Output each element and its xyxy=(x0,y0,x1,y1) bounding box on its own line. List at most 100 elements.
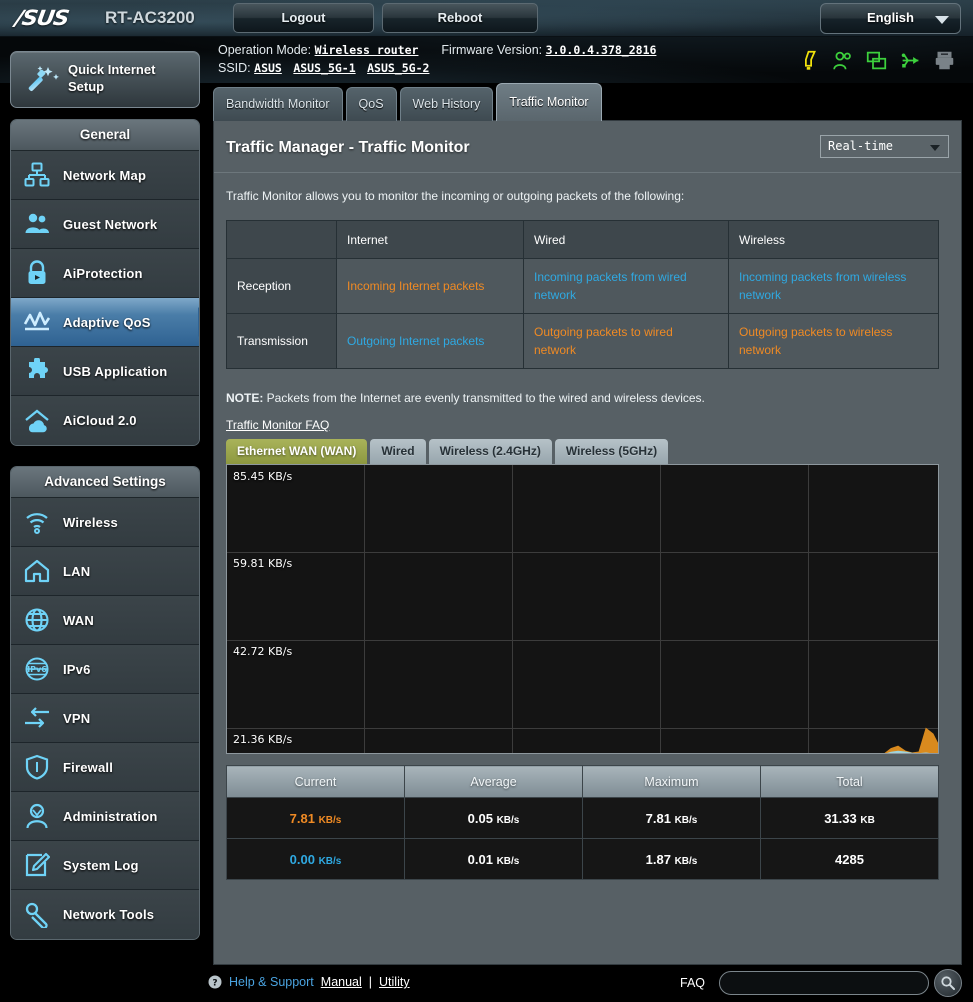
sidebar-item-wan-label: WAN xyxy=(63,612,94,628)
tab-qos[interactable]: QoS xyxy=(345,87,397,121)
page-footer: ? Help & Support Manual | Utility FAQ xyxy=(0,965,973,1002)
cell-transmission-wired: Outgoing packets to wired network xyxy=(523,313,729,369)
sidebar-item-ipv6[interactable]: IPv6 IPv6 xyxy=(11,645,199,694)
adaptive-qos-icon xyxy=(11,309,63,335)
traffic-mode-select[interactable]: Real-time xyxy=(820,135,949,158)
quick-internet-setup-label: Quick Internet Setup xyxy=(68,62,156,94)
stat-reception-maximum: 7.81 KB/s xyxy=(582,797,761,839)
sidebar-item-vpn[interactable]: VPN xyxy=(11,694,199,743)
help-question-icon: ? xyxy=(208,975,222,989)
sidebar-item-adaptive-qos[interactable]: Adaptive QoS xyxy=(11,298,199,347)
asus-logo: /SUS xyxy=(13,6,70,30)
utility-link[interactable]: Utility xyxy=(379,975,410,989)
stats-header-row: Current Average Maximum Total xyxy=(226,765,939,798)
reboot-button[interactable]: Reboot xyxy=(382,3,538,33)
operation-mode-label: Operation Mode: xyxy=(218,43,312,57)
status-icon-tray xyxy=(798,50,955,71)
sidebar-item-aicloud[interactable]: AiCloud 2.0 xyxy=(11,396,199,445)
faq-search-input[interactable] xyxy=(719,971,929,995)
ssid-value-2[interactable]: ASUS_5G-2 xyxy=(367,61,429,75)
ssid-line: SSID: ASUS ASUS_5G-1 ASUS_5G-2 xyxy=(218,61,437,75)
cell-transmission-internet: Outgoing Internet packets xyxy=(336,313,524,369)
chevron-down-icon xyxy=(935,16,949,24)
sidebar-item-aiprotection-label: AiProtection xyxy=(63,265,143,281)
network-map-icon xyxy=(11,162,63,188)
shield-icon xyxy=(11,754,63,780)
sidebar-item-aiprotection[interactable]: AiProtection xyxy=(11,249,199,298)
sidebar-item-firewall[interactable]: Firewall xyxy=(11,743,199,792)
guest-network-icon xyxy=(11,211,63,237)
home-icon xyxy=(11,558,63,584)
stats-col-current: Current xyxy=(226,765,405,798)
sidebar-item-administration-label: Administration xyxy=(63,808,158,824)
traffic-monitor-faq-link[interactable]: Traffic Monitor FAQ xyxy=(226,418,329,432)
tab-traffic-monitor[interactable]: Traffic Monitor xyxy=(496,83,602,121)
sidebar-item-network-map[interactable]: Network Map xyxy=(11,151,199,200)
sidebar-item-guest-network-label: Guest Network xyxy=(63,216,158,232)
tab-web-history[interactable]: Web History xyxy=(399,87,494,121)
traffic-graph[interactable]: 85.45 KB/s 59.81 KB/s 42.72 KB/s 21.36 K… xyxy=(226,464,939,754)
traffic-mode-value: Real-time xyxy=(828,139,894,153)
stat-transmission-maximum: 1.87 KB/s xyxy=(582,838,761,880)
graph-tab-wired[interactable]: Wired xyxy=(370,439,426,464)
logout-button[interactable]: Logout xyxy=(233,3,374,33)
sidebar-item-network-tools[interactable]: Network Tools xyxy=(11,890,199,939)
firmware-value[interactable]: 3.0.0.4.378_2816 xyxy=(546,43,657,57)
graph-tab-wireless-24[interactable]: Wireless (2.4GHz) xyxy=(428,439,552,464)
manual-link[interactable]: Manual xyxy=(321,975,362,989)
stat-transmission-average: 0.01 KB/s xyxy=(404,838,583,880)
sidebar-item-adaptive-qos-label: Adaptive QoS xyxy=(63,314,151,330)
graph-tab-ethernet-wan[interactable]: Ethernet WAN (WAN) xyxy=(226,439,368,464)
graph-interface-tabs: Ethernet WAN (WAN) Wired Wireless (2.4GH… xyxy=(226,439,671,464)
aicloud-icon xyxy=(11,408,63,434)
stat-transmission-total: 4285 xyxy=(760,838,939,880)
note-text: NOTE: Packets from the Internet are even… xyxy=(226,391,705,405)
operation-mode-value[interactable]: Wireless router xyxy=(315,43,419,57)
sidebar-item-wireless[interactable]: Wireless xyxy=(11,498,199,547)
sidebar-item-firewall-label: Firewall xyxy=(63,759,114,775)
faq-search-button[interactable] xyxy=(934,969,962,997)
printer-icon[interactable] xyxy=(934,50,955,71)
traffic-legend-table: Internet Wired Wireless Reception Incomi… xyxy=(226,220,939,369)
alert-icon[interactable] xyxy=(798,50,819,71)
language-select[interactable]: English xyxy=(820,3,961,34)
traffic-graph-series xyxy=(884,727,938,753)
help-support-label: Help & Support xyxy=(229,975,314,989)
sidebar-item-administration[interactable]: Administration xyxy=(11,792,199,841)
vpn-arrows-icon xyxy=(11,705,63,731)
sidebar-group-general-title: General xyxy=(11,120,199,151)
guest-user-icon[interactable] xyxy=(832,50,853,71)
stat-reception-total: 31.33 KB xyxy=(760,797,939,839)
wifi-icon xyxy=(11,509,63,535)
usb-icon[interactable] xyxy=(900,50,921,71)
table-header-row: Internet Wired Wireless xyxy=(226,220,939,259)
stat-reception-average: 0.05 KB/s xyxy=(404,797,583,839)
search-icon xyxy=(941,976,955,990)
ssid-value-1[interactable]: ASUS_5G-1 xyxy=(293,61,355,75)
sidebar-item-wireless-label: Wireless xyxy=(63,514,118,530)
user-icon xyxy=(11,803,63,829)
sidebar-item-wan[interactable]: WAN xyxy=(11,596,199,645)
sidebar-item-lan[interactable]: LAN xyxy=(11,547,199,596)
wrench-icon xyxy=(11,902,63,928)
router-model-name: RT-AC3200 xyxy=(105,8,195,27)
network-clients-icon[interactable] xyxy=(866,50,887,71)
puzzle-icon xyxy=(11,358,63,384)
col-internet: Internet xyxy=(336,220,524,259)
svg-text:IPv6: IPv6 xyxy=(27,665,47,674)
ssid-value-0[interactable]: ASUS xyxy=(254,61,282,75)
sidebar-item-guest-network[interactable]: Guest Network xyxy=(11,200,199,249)
top-header-bar: /SUS RT-AC3200 Logout Reboot English xyxy=(0,0,973,37)
graph-tab-wireless-5[interactable]: Wireless (5GHz) xyxy=(554,439,669,464)
row-label-reception: Reception xyxy=(226,258,337,314)
stat-reception-current: 7.81 KB/s xyxy=(226,797,405,839)
sidebar-group-advanced-title: Advanced Settings xyxy=(11,467,199,498)
page-description: Traffic Monitor allows you to monitor th… xyxy=(226,189,685,203)
table-row: 0.00 KB/s 0.01 KB/s 1.87 KB/s 4285 xyxy=(226,838,939,880)
sidebar-item-system-log[interactable]: System Log xyxy=(11,841,199,890)
quick-internet-setup-button[interactable]: Quick Internet Setup xyxy=(10,51,200,108)
stats-col-total: Total xyxy=(760,765,939,798)
title-divider xyxy=(214,172,961,173)
sidebar-item-usb-application[interactable]: USB Application xyxy=(11,347,199,396)
tab-bandwidth-monitor[interactable]: Bandwidth Monitor xyxy=(213,87,343,121)
